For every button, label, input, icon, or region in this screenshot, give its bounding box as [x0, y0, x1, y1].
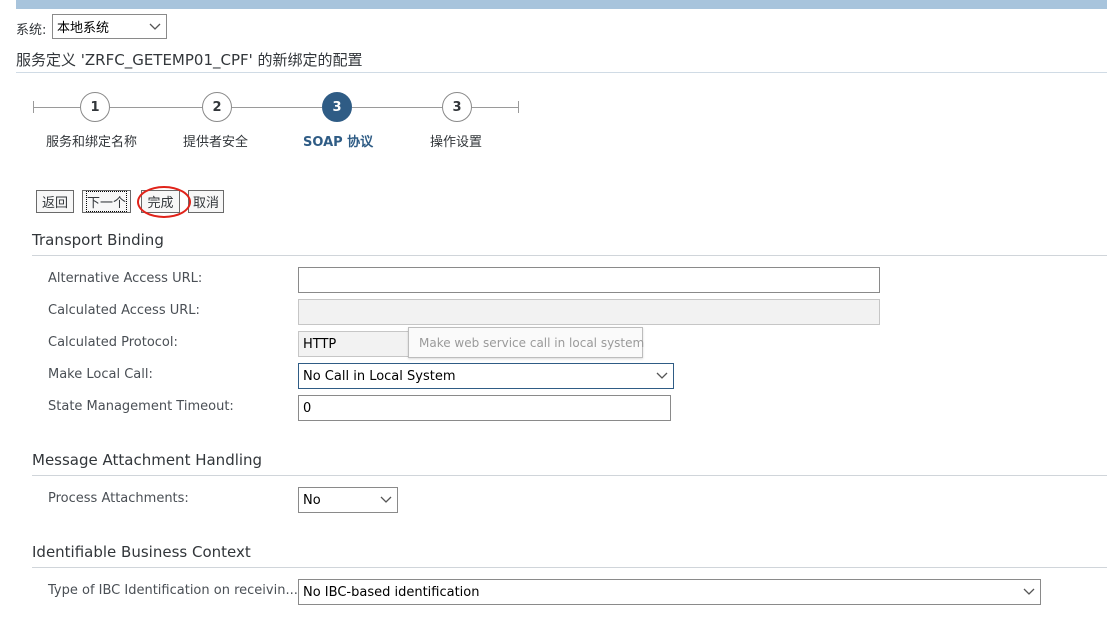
process-attachments-select[interactable]: No — [298, 487, 398, 513]
system-select-value: 本地系统 — [57, 21, 110, 36]
roadmap-connector — [33, 107, 80, 108]
chevron-down-icon — [651, 372, 673, 380]
local-call-select[interactable]: No Call in Local System — [298, 363, 674, 389]
section-title-transport-binding: Transport Binding — [32, 231, 164, 249]
step-1-label[interactable]: 服务和绑定名称 — [46, 131, 137, 150]
cancel-button[interactable]: 取消 — [188, 190, 224, 213]
section-divider — [32, 255, 1107, 256]
section-divider — [32, 567, 1107, 568]
chevron-down-icon — [1018, 588, 1040, 596]
local-call-label: Make Local Call: — [48, 367, 153, 382]
chevron-down-icon — [144, 23, 166, 31]
process-attachments-label: Process Attachments: — [48, 491, 189, 506]
step-2-label[interactable]: 提供者安全 — [183, 131, 248, 150]
step-4-label[interactable]: 操作设置 — [430, 131, 482, 150]
alt-access-url-label: Alternative Access URL: — [48, 271, 203, 286]
process-attachments-value: No — [303, 492, 321, 508]
back-button[interactable]: 返回 — [36, 190, 74, 213]
system-select[interactable]: 本地系统 — [52, 14, 167, 39]
step-2-circle[interactable]: 2 — [202, 92, 232, 122]
calc-access-url-field — [298, 299, 880, 325]
step-3-circle[interactable]: 3 — [322, 92, 352, 122]
roadmap-connector — [472, 107, 519, 108]
local-call-select-value: No Call in Local System — [303, 368, 456, 384]
ibc-type-select[interactable]: No IBC-based identification — [298, 579, 1041, 605]
roadmap-connector — [232, 107, 322, 108]
calc-protocol-label: Calculated Protocol: — [48, 335, 178, 350]
section-divider — [32, 475, 1107, 476]
state-timeout-label: State Management Timeout: — [48, 399, 234, 414]
step-1-circle[interactable]: 1 — [80, 92, 110, 122]
next-button-label: 下一个 — [85, 191, 128, 212]
roadmap-end-tick — [518, 101, 519, 113]
back-button-label: 返回 — [41, 196, 68, 211]
ibc-type-value: No IBC-based identification — [303, 584, 480, 600]
page-title: 服务定义 'ZRFC_GETEMP01_CPF' 的新绑定的配置 — [16, 51, 363, 69]
section-title-ibc: Identifiable Business Context — [32, 543, 251, 561]
top-banner — [16, 0, 1107, 9]
alt-access-url-input[interactable] — [298, 267, 880, 293]
tooltip: Make web service call in local system — [408, 327, 644, 358]
roadmap-connector — [110, 107, 202, 108]
step-3-label[interactable]: SOAP 协议 — [303, 131, 373, 150]
section-title-message-attachment: Message Attachment Handling — [32, 451, 263, 469]
title-divider — [16, 72, 1107, 73]
calc-access-url-label: Calculated Access URL: — [48, 303, 200, 318]
state-timeout-input[interactable]: 0 — [298, 395, 671, 421]
ibc-type-label: Type of IBC Identification on receivin..… — [48, 583, 307, 598]
chevron-down-icon — [375, 496, 397, 504]
roadmap-connector — [352, 107, 442, 108]
next-button[interactable]: 下一个 — [82, 190, 131, 213]
step-4-circle[interactable]: 3 — [442, 92, 472, 122]
system-label: 系统: — [16, 23, 47, 38]
cancel-button-label: 取消 — [192, 196, 219, 211]
highlight-circle-annotation — [137, 186, 191, 218]
